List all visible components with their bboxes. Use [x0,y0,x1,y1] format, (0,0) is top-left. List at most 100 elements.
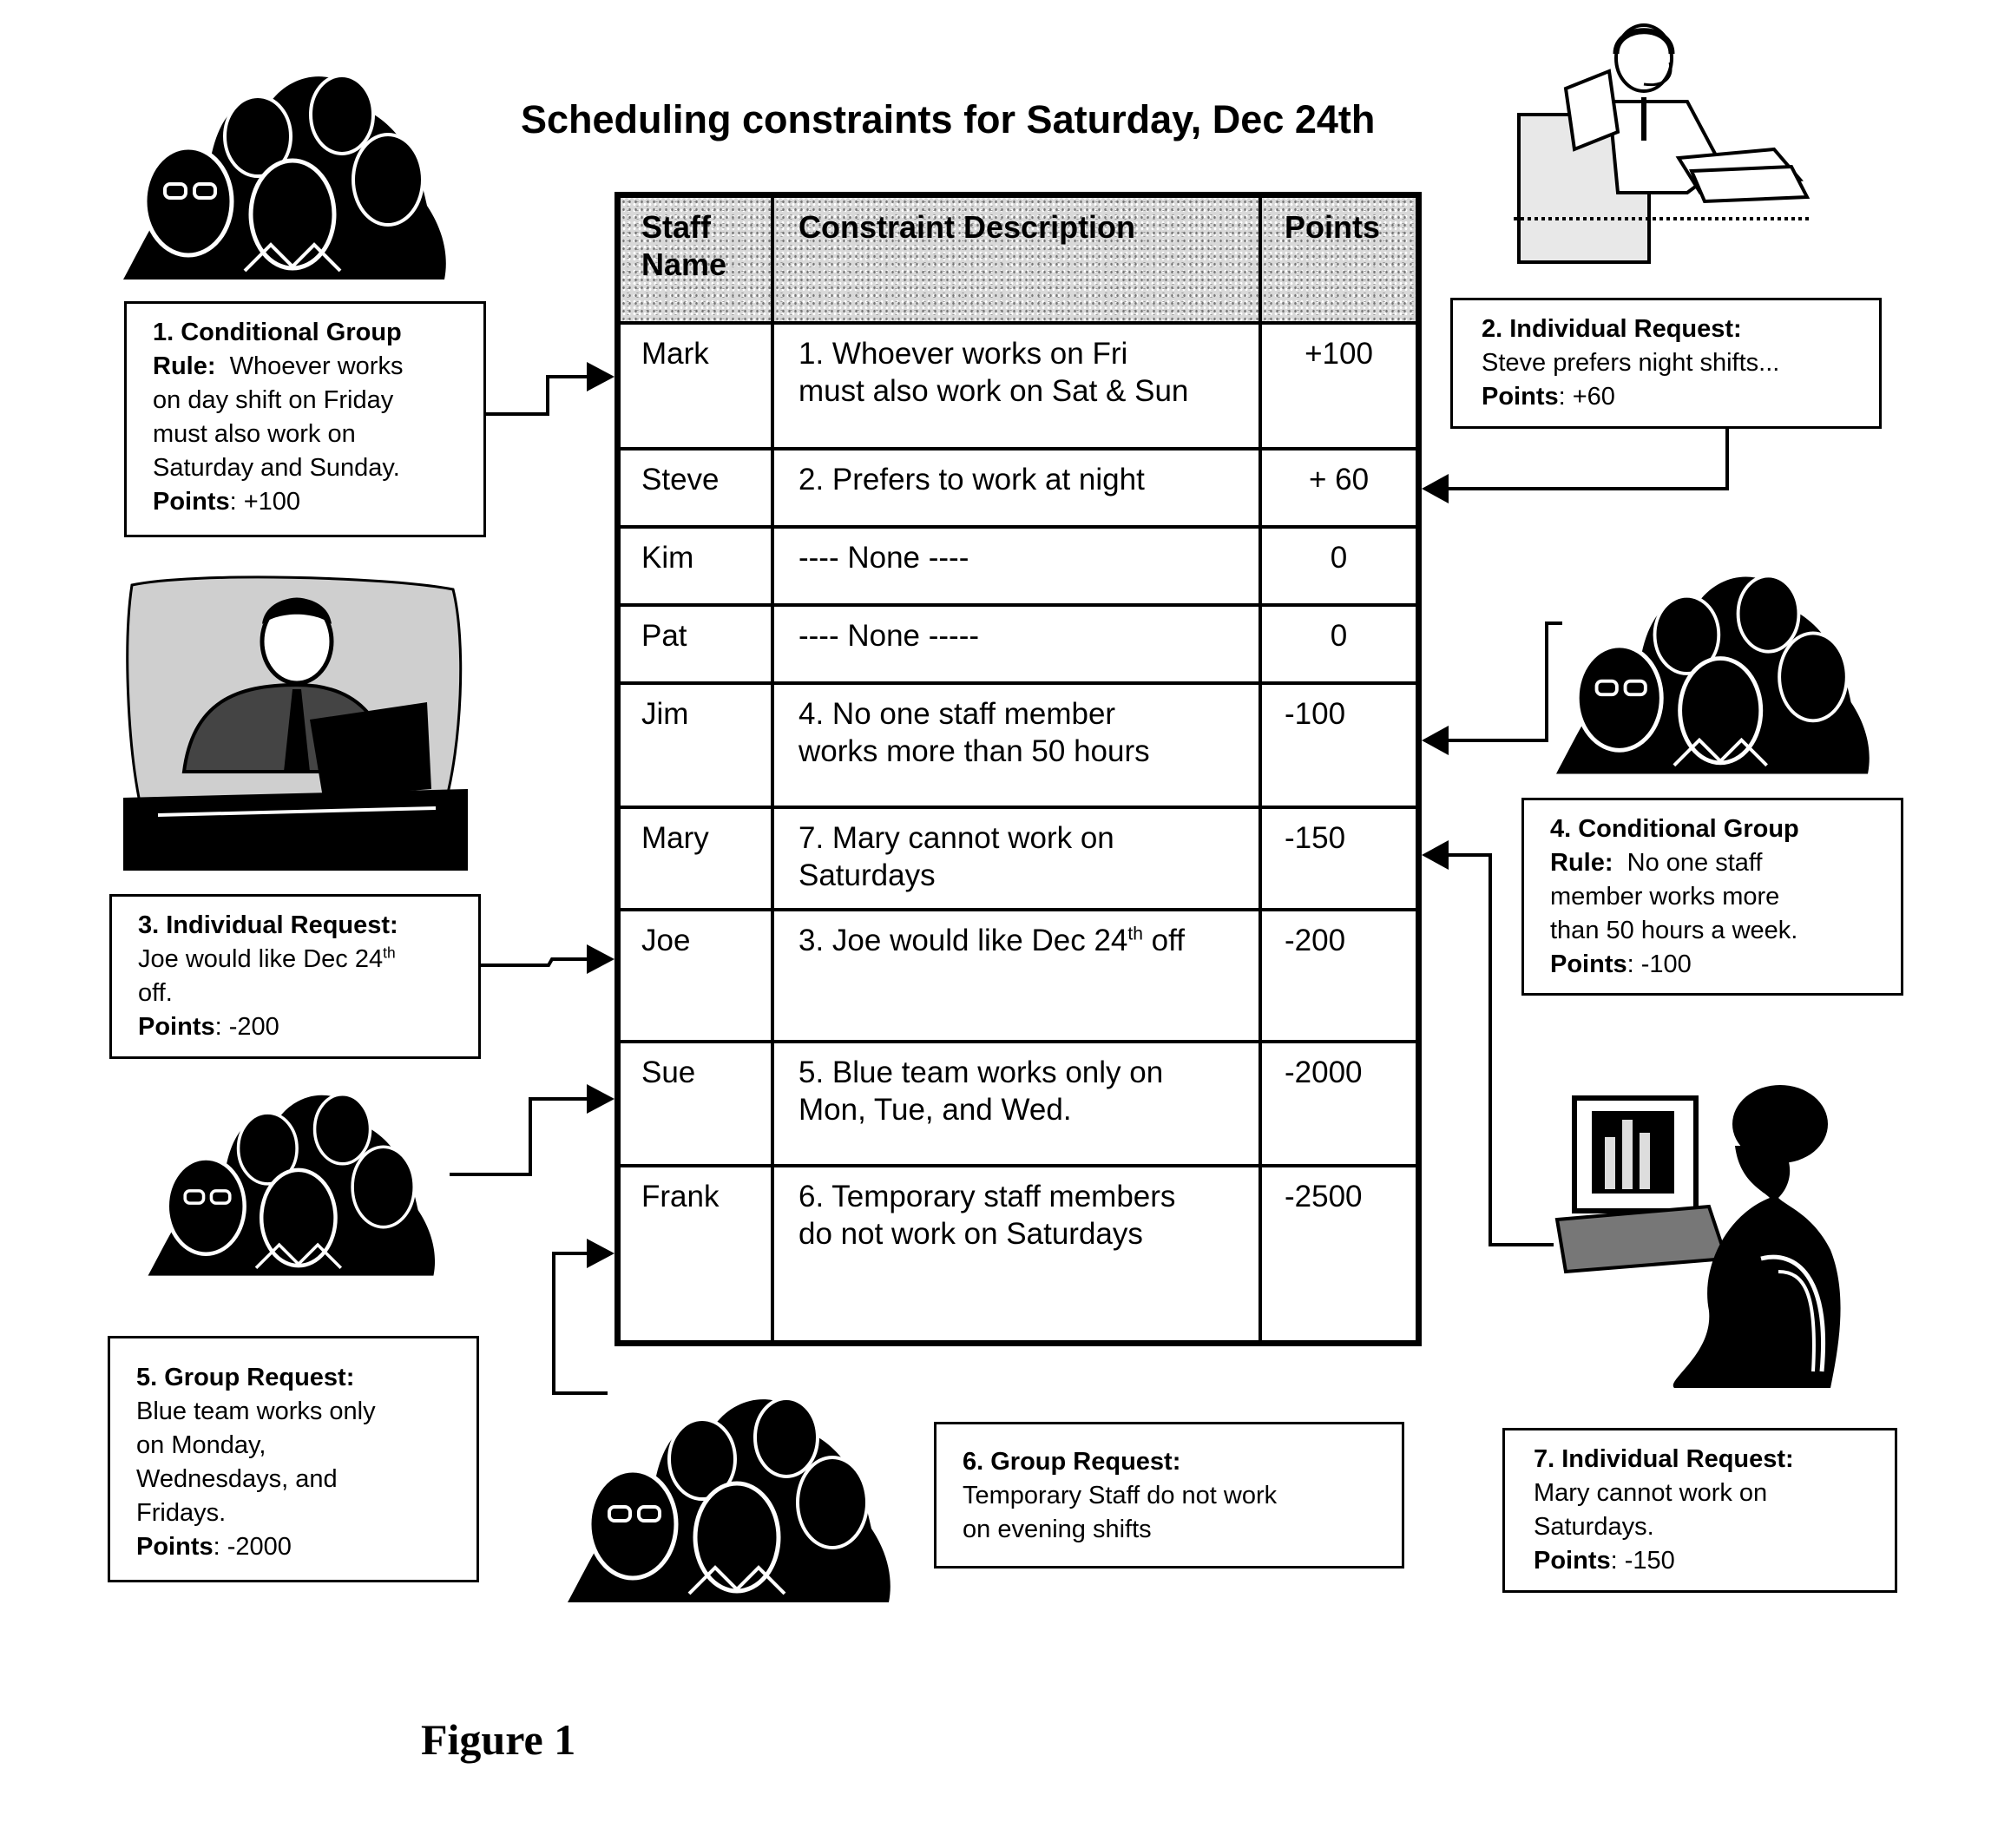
description-line: 1. Whoever works on Fri [798,337,1128,371]
points-label: Points [136,1533,214,1561]
staff-name: Mark [621,325,774,447]
points-label: Points [138,1013,215,1041]
callout-text: on evening shifts [963,1516,1152,1543]
callout-text: Mary cannot work on [1534,1479,1768,1507]
callout-heading: Rule: [153,352,216,380]
ordinal-suffix: th [1127,924,1143,944]
description-line: must also work on Sat & Sun [798,374,1189,408]
arrowhead-frank [587,1239,614,1268]
connector-callout-3 [480,957,590,967]
table-row: Pat ---- None ----- 0 [621,607,1416,685]
callout-text: Steve prefers night shifts... [1482,349,1780,377]
group-of-people-icon [123,74,446,280]
callout-heading: 5. Group Request: [136,1364,355,1391]
callout-text: No one staff [1627,849,1763,877]
table-row: Sue 5. Blue team works only on Mon, Tue,… [621,1043,1416,1167]
laptop-worker-clipart [123,575,468,871]
points-label: Points [1534,1547,1611,1575]
callout-heading: Rule: [1550,849,1613,877]
staff-name: Kim [621,529,774,603]
callout-text: off. [138,979,173,1007]
connector-callout-1 [483,375,590,416]
woman-at-computer-icon [1554,1085,1841,1388]
constraints-table: Staff Name Constraint Description Points… [614,192,1422,1346]
connector-callout-6 [552,1252,608,1395]
ordinal-suffix: th [383,944,396,962]
callout-points: Points: -2000 [136,1530,459,1564]
description-line: 4. No one staff member [798,697,1116,731]
callout-text: Whoever works [229,352,404,380]
header-points: Points [1262,198,1416,321]
callout-text: Blue team works only [136,1398,376,1425]
arrowhead-mary [1422,840,1449,870]
callout-box-2: 2. Individual Request: Steve prefers nig… [1450,298,1882,429]
callout-box-1: 1. Conditional Group Rule: Whoever works… [124,301,486,537]
staff-group-clipart-bottom [568,1397,890,1602]
points-value: -200 [1285,924,1346,957]
callout-text: Saturdays. [1534,1513,1654,1541]
constraint-description: 7. Mary cannot work on Saturdays [774,809,1262,908]
description-line: do not work on Saturdays [798,1217,1143,1251]
man-with-headset-icon [1514,23,1812,264]
group-of-people-icon [148,1093,436,1276]
table-row: Frank 6. Temporary staff members do not … [621,1167,1416,1340]
callout-heading: 6. Group Request: [963,1448,1181,1476]
points-value: -2000 [1285,1056,1363,1089]
description-text: 3. Joe would like Dec 24 [798,924,1128,957]
callout-line: Rule: No one staff [1550,846,1883,880]
points-value: : -150 [1610,1547,1675,1575]
header-constraint-description: Constraint Description [774,198,1262,321]
woman-computer-clipart [1554,1085,1841,1388]
staff-name: Jim [621,685,774,806]
constraint-description: 6. Temporary staff members do not work o… [774,1167,1262,1340]
headset-operator-clipart [1514,23,1812,264]
table-row: Steve 2. Prefers to work at night + 60 [621,450,1416,529]
header-staff-line1: Staff [641,209,711,245]
points-value: : -200 [214,1013,279,1041]
callout-heading: 3. Individual Request: [138,911,398,939]
callout-heading: 1. Conditional Group [153,319,402,346]
callout-points: Points: -200 [138,1010,461,1044]
arrowhead-jim [1422,726,1449,755]
callout-box-3: 3. Individual Request: Joe would like De… [109,894,481,1059]
points-value: 0 [1330,541,1348,575]
description-line: 5. Blue team works only on [798,1056,1164,1089]
group-of-people-icon [1555,574,1870,774]
callout-text: than 50 hours a week. [1550,917,1798,944]
arrowhead-mark [587,362,614,391]
points-value: : +60 [1558,383,1615,411]
description-line: Saturdays [798,858,936,892]
staff-name: Joe [621,911,774,1040]
points-value: : -2000 [213,1533,292,1561]
header-staff-line2: Name [641,247,727,282]
callout-line: Rule: Whoever works [153,350,466,384]
points-label: Points [1550,950,1627,978]
points-value: + 60 [1308,463,1370,497]
staff-name: Pat [621,607,774,681]
description-line: 6. Temporary staff members [798,1180,1176,1213]
callout-points: Points: -100 [1550,948,1883,982]
header-staff-name: Staff Name [621,198,774,321]
callout-text: Fridays. [136,1499,227,1527]
callout-line: Joe would like Dec 24th [138,943,461,977]
callout-box-4: 4. Conditional Group Rule: No one staff … [1521,798,1903,996]
callout-text: Wednesdays, and [136,1465,338,1493]
constraint-description: ---- None ----- [774,607,1262,681]
arrowhead-sue [587,1084,614,1114]
description-line: 7. Mary cannot work on [798,821,1114,855]
callout-heading: 2. Individual Request: [1482,315,1742,343]
callout-heading: 4. Conditional Group [1550,815,1799,843]
man-with-laptop-icon [123,575,468,871]
table-header-row: Staff Name Constraint Description Points [621,198,1416,325]
arrowhead-steve [1422,474,1449,503]
constraint-description: 3. Joe would like Dec 24th off [774,911,1262,1040]
points-label: Points [153,488,230,516]
arrowhead-joe [587,944,614,974]
callout-heading: 7. Individual Request: [1534,1445,1794,1473]
constraint-description: 4. No one staff member works more than 5… [774,685,1262,806]
callout-text: Joe would like Dec 24 [138,945,384,973]
staff-group-clipart-right [1555,574,1870,774]
table-row: Mary 7. Mary cannot work on Saturdays -1… [621,809,1416,911]
points-value: : -100 [1627,950,1692,978]
description-text: off [1142,924,1185,957]
